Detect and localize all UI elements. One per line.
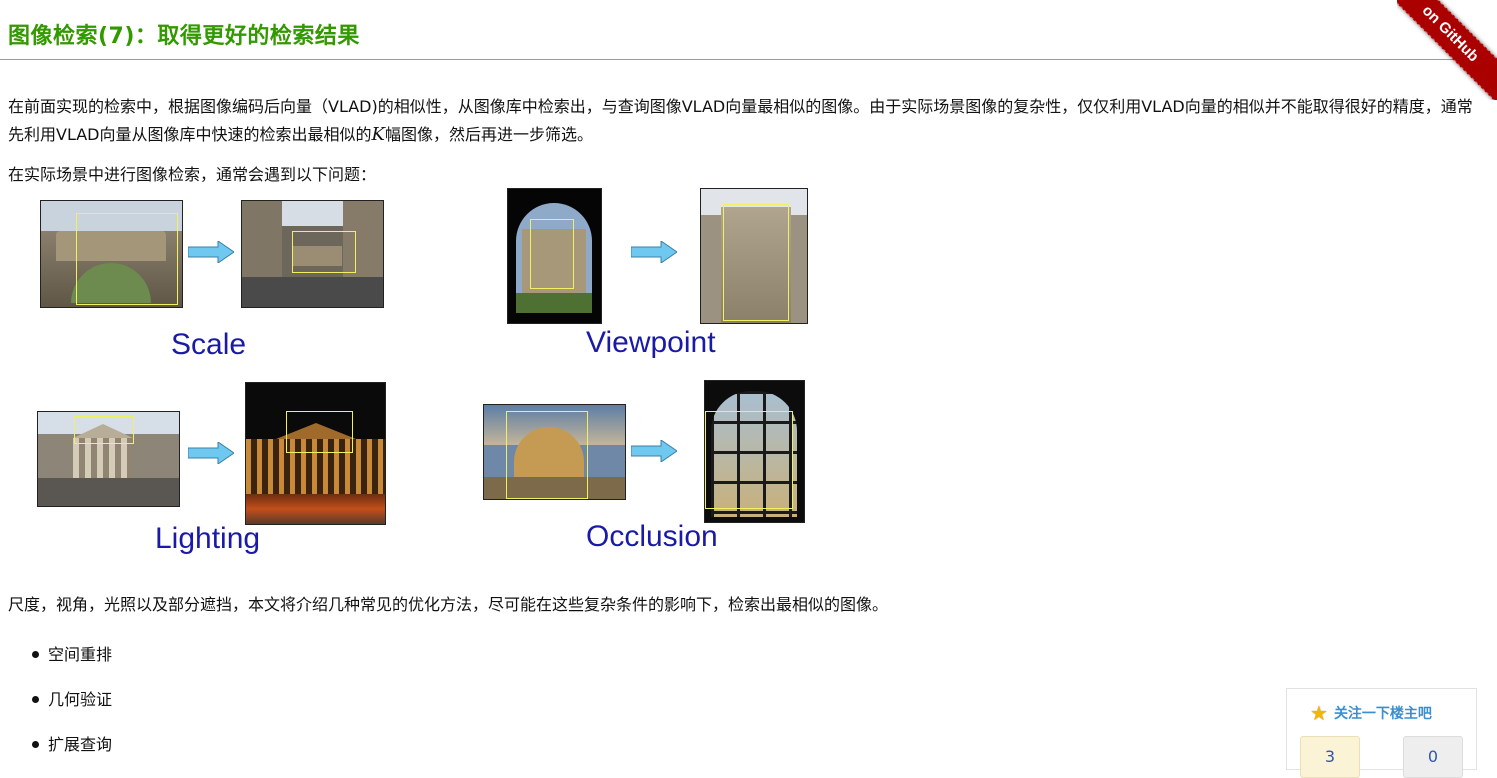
figure-label-lighting: Lighting <box>155 522 261 555</box>
list-item-label: 空间重排 <box>48 645 113 664</box>
page-title: 图像检索(7)：取得更好的检索结果 <box>8 24 360 49</box>
title-divider <box>0 59 1497 60</box>
intro-text-part2: 幅图像，然后再进一步筛选。 <box>384 125 593 144</box>
viewpoint-result-photo <box>700 188 808 324</box>
occlusion-query-photo <box>483 404 626 500</box>
follow-label[interactable]: 关注一下楼主吧 <box>1334 703 1432 723</box>
math-k: K <box>371 124 385 145</box>
lighting-result-photo <box>245 382 386 525</box>
arrow-icon <box>188 442 234 464</box>
intro-text-part1: 在前面实现的检索中，根据图像编码后向量（VLAD)的相似性，从图像库中检索出，与… <box>8 97 1473 144</box>
recommend-button[interactable]: 3 <box>1300 736 1360 778</box>
arrow-icon <box>631 241 677 263</box>
oppose-button[interactable]: 0 <box>1403 736 1463 778</box>
scale-result-photo <box>241 200 384 308</box>
figure-label-viewpoint: Viewpoint <box>586 326 716 359</box>
figure-label-scale: Scale <box>171 328 247 361</box>
github-ribbon-label[interactable]: on GitHub <box>1397 0 1497 100</box>
list-item: 扩展查询 <box>30 722 112 767</box>
list-item-label: 几何验证 <box>48 690 113 709</box>
list-item: 几何验证 <box>30 677 112 722</box>
method-list: 空间重排 几何验证 扩展查询 <box>30 632 112 767</box>
retrieval-challenges-figure: Scale Viewpoint Lighting Occlusion <box>30 185 830 570</box>
figure-label-occlusion: Occlusion <box>586 520 718 553</box>
github-ribbon[interactable]: on GitHub <box>1397 0 1497 100</box>
summary-paragraph: 尺度，视角，光照以及部分遮挡，本文将介绍几种常见的优化方法，尽可能在这些复杂条件… <box>8 595 889 614</box>
bullet-icon <box>32 741 39 748</box>
occlusion-result-photo <box>704 380 805 523</box>
scale-query-photo <box>40 200 183 308</box>
bullet-icon <box>32 696 39 703</box>
bullet-icon <box>32 651 39 658</box>
list-item-label: 扩展查询 <box>48 735 113 754</box>
intro-paragraph: 在前面实现的检索中，根据图像编码后向量（VLAD)的相似性，从图像库中检索出，与… <box>8 93 1478 149</box>
arrow-icon <box>631 440 677 462</box>
list-item: 空间重排 <box>30 632 112 677</box>
lighting-query-photo <box>37 411 180 507</box>
follow-author-link[interactable]: ★ 关注一下楼主吧 <box>1310 703 1432 723</box>
arrow-icon <box>188 241 234 263</box>
viewpoint-query-photo <box>507 188 602 324</box>
star-icon: ★ <box>1310 701 1328 725</box>
